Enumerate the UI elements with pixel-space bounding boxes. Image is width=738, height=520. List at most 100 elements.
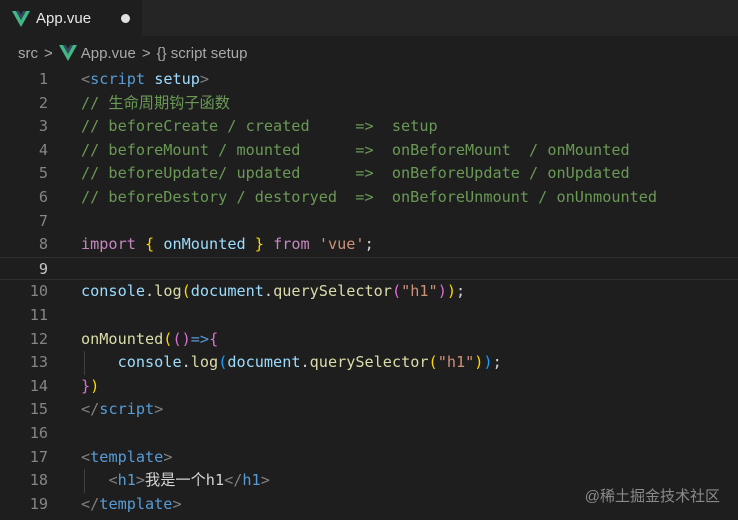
code-token: (: [391, 282, 402, 301]
code-text: <template>: [81, 446, 172, 470]
vue-icon: [12, 10, 30, 27]
line-number: 11: [29, 306, 48, 324]
line-number: 8: [38, 235, 48, 254]
code-line[interactable]: 6 // beforeDestory / destoryed => onBefor…: [0, 186, 738, 210]
code-token: log: [154, 282, 182, 301]
code-token: onMounted: [163, 235, 246, 254]
breadcrumb-src[interactable]: src: [18, 45, 38, 62]
indent-guide: [84, 351, 85, 375]
code-line[interactable]: 14}): [0, 375, 738, 399]
code-line[interactable]: 9: [0, 256, 738, 281]
code-token: >: [199, 70, 210, 88]
line-number: 19: [29, 494, 48, 513]
code-line[interactable]: 10 console.log(document.querySelector("h1…: [0, 280, 738, 304]
code-token: .: [263, 282, 274, 301]
code-token: .: [300, 353, 310, 372]
code-line[interactable]: 16: [0, 422, 738, 446]
code-token: =>: [190, 329, 210, 348]
code-token: log: [190, 353, 219, 372]
code-text: <script setup>: [81, 68, 209, 92]
breadcrumb-file[interactable]: App.vue: [81, 45, 136, 62]
code-token: ): [90, 376, 100, 395]
tab-app-vue[interactable]: App.vue: [0, 0, 142, 36]
code-token: ;: [364, 235, 374, 254]
code-token: {: [145, 235, 155, 254]
code-token: ;: [456, 282, 466, 301]
code-line[interactable]: 8 import { onMounted } from 'vue';: [0, 233, 738, 257]
chevron-right-icon: >: [44, 44, 53, 62]
code-token: console: [81, 282, 146, 301]
line-number: 18: [29, 471, 48, 490]
code-editor[interactable]: 1 <script setup> 2// 生命周期钩子函数 3 // beforeCre…: [0, 70, 738, 520]
code-line[interactable]: 3 // beforeCreate / created => setup: [0, 115, 738, 139]
code-token: document: [190, 282, 264, 301]
code-token: ): [483, 353, 493, 372]
code-token: (: [181, 282, 191, 301]
code-token: // beforeDestory / destoryed => onBefore…: [81, 188, 658, 206]
line-number: 4: [38, 140, 48, 159]
code-token: ): [437, 282, 447, 301]
code-token: "h1": [401, 282, 438, 301]
code-token: (: [218, 353, 228, 372]
code-line[interactable]: 17 <template>: [0, 446, 738, 470]
code-token: onMounted: [81, 329, 164, 348]
code-token: // 生命周期钩子函数: [81, 93, 230, 112]
code-text: import { onMounted } from 'vue';: [81, 233, 374, 257]
code-token: 'vue': [318, 235, 365, 254]
code-text: }): [81, 375, 99, 399]
indent-guide: [84, 469, 85, 493]
code-text: </template>: [81, 493, 182, 517]
code-line[interactable]: 1 <script setup>: [0, 68, 738, 92]
line-number: 17: [29, 447, 48, 466]
code-text: // beforeUpdate/ updated => onBeforeUpda…: [81, 162, 630, 186]
code-token: .: [145, 282, 155, 301]
code-token: // beforeMount / mounted => onBeforeMoun…: [81, 140, 630, 159]
code-line[interactable]: 11: [0, 304, 738, 328]
code-token: template: [99, 494, 173, 513]
code-line[interactable]: 12 onMounted(()=>{: [0, 328, 738, 352]
line-number: 13: [29, 353, 48, 372]
code-line[interactable]: 13 console.log(document.querySelector("h…: [0, 351, 738, 375]
line-number: 7: [38, 211, 48, 230]
unsaved-dot-icon[interactable]: [121, 14, 130, 23]
line-number: 10: [29, 282, 48, 301]
code-text: </script>: [81, 398, 163, 422]
tab-bar: App.vue: [0, 0, 738, 36]
code-token: }: [254, 235, 264, 254]
code-token: ): [446, 282, 456, 301]
code-text: console.log(document.querySelector("h1")…: [81, 351, 502, 375]
code-token: ): [181, 329, 191, 348]
code-token: .: [181, 353, 191, 372]
code-line[interactable]: 7: [0, 210, 738, 234]
line-number: 9: [38, 259, 48, 278]
code-token: h1: [117, 471, 136, 490]
tab-title: App.vue: [36, 10, 92, 27]
code-token: (: [428, 353, 438, 372]
code-token: querySelector: [309, 353, 429, 372]
code-token: >: [135, 471, 146, 490]
code-token: from: [273, 235, 310, 254]
code-token: querySelector: [273, 282, 392, 301]
code-line[interactable]: 4 // beforeMount / mounted => onBeforeMou…: [0, 139, 738, 163]
code-token: document: [227, 353, 301, 372]
breadcrumb: src > App.vue > {} script setup: [0, 36, 738, 70]
breadcrumb-symbol[interactable]: {} script setup: [157, 45, 248, 62]
line-number: 3: [38, 117, 48, 136]
code-line[interactable]: 15 </script>: [0, 398, 738, 422]
code-line[interactable]: 5 // beforeUpdate/ updated => onBeforeUpd…: [0, 162, 738, 186]
code-token: <: [81, 447, 91, 466]
code-text: onMounted(()=>{: [81, 328, 218, 352]
code-token: // beforeCreate / created => setup: [81, 117, 438, 136]
code-token: >: [163, 447, 173, 466]
code-token: }: [81, 376, 91, 395]
code-line[interactable]: 2 // 生命周期钩子函数: [0, 92, 738, 116]
code-token: </: [81, 400, 100, 419]
line-number: 15: [29, 400, 48, 419]
code-token: (: [172, 329, 182, 348]
line-number: 12: [29, 329, 48, 348]
code-token: script: [99, 400, 155, 419]
